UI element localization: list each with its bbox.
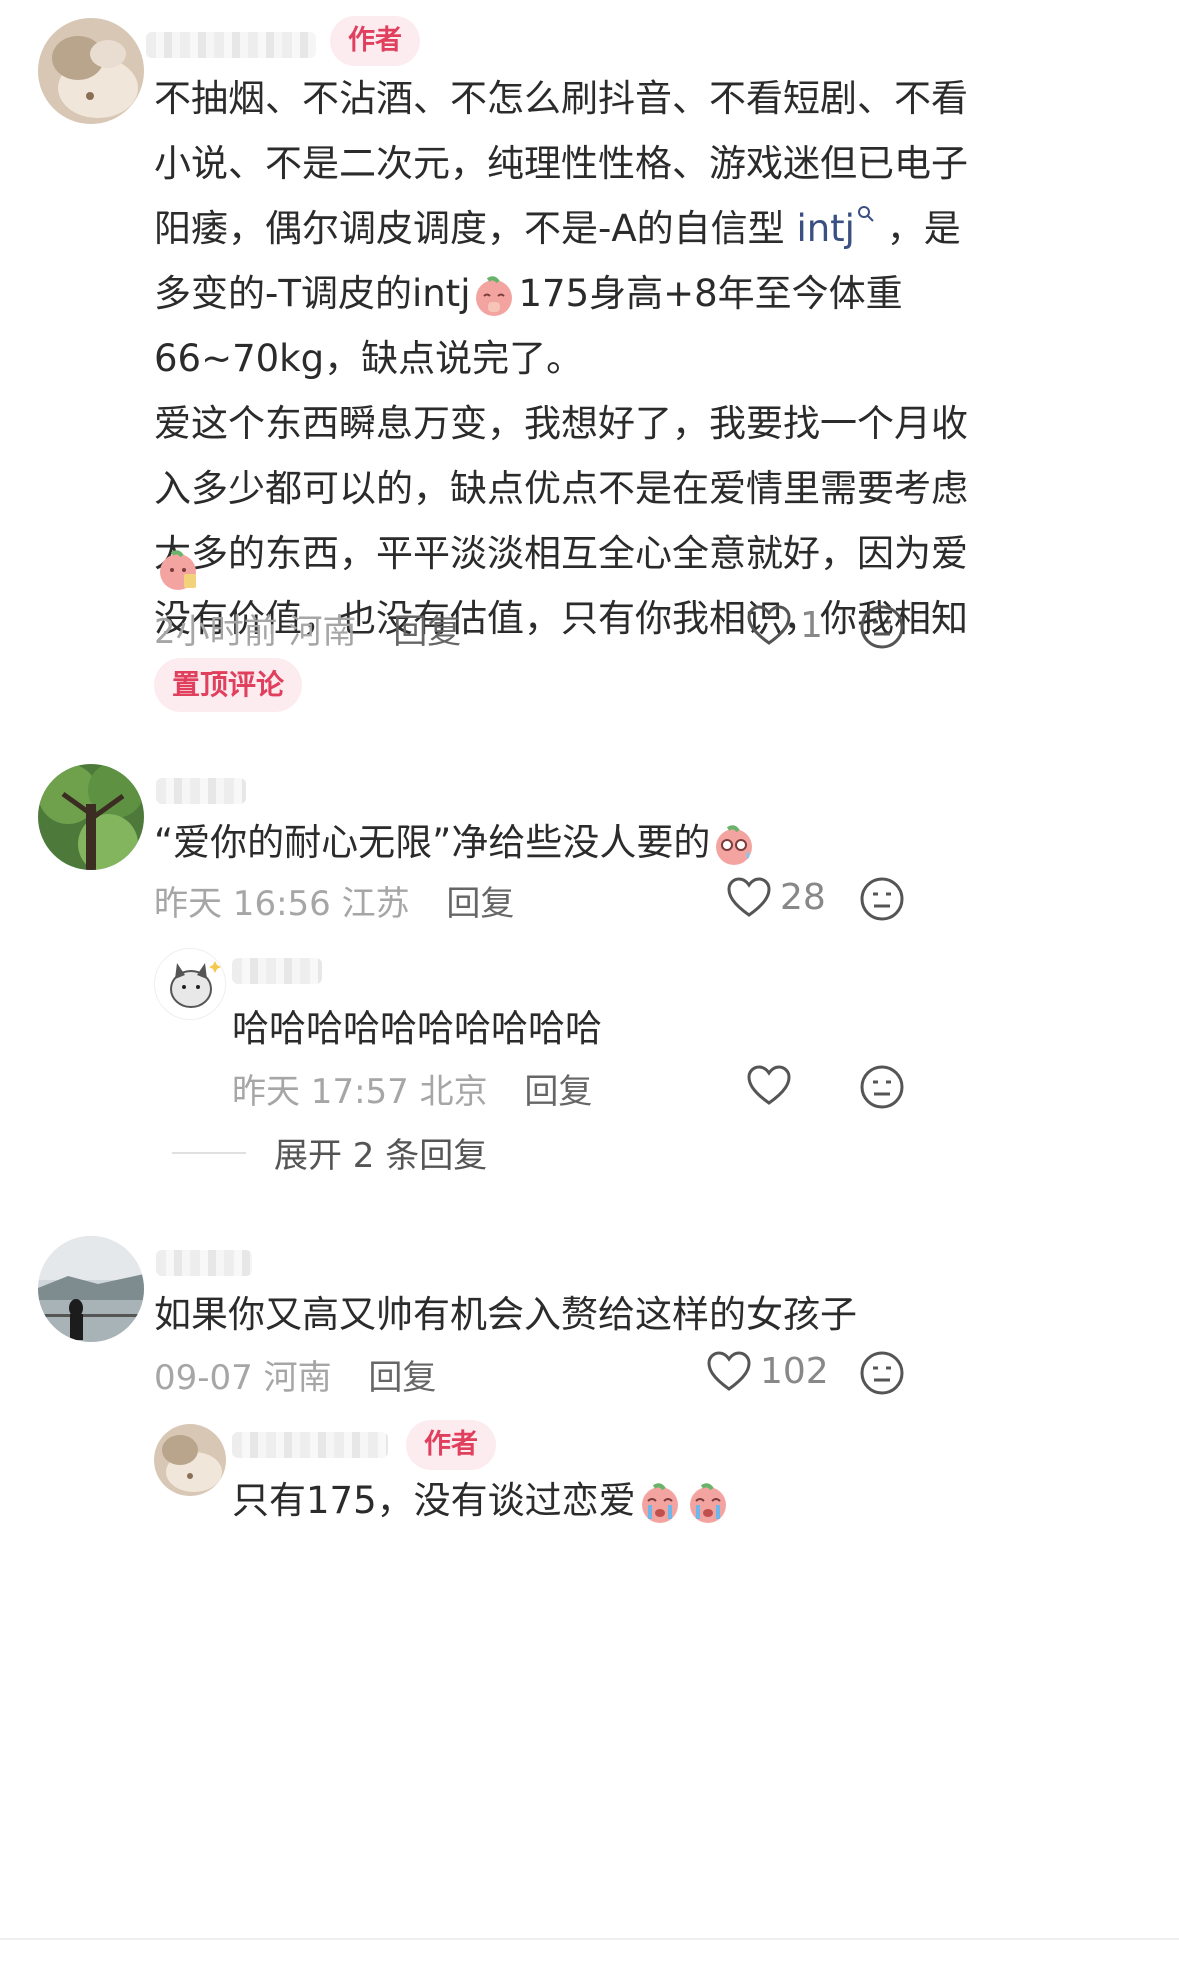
comment-line: 小说、不是二次元，纯理性性格、游戏迷但已电子 [154, 142, 968, 185]
reply-button[interactable]: 回复 [368, 1358, 436, 1398]
comment-location: 江苏 [341, 884, 410, 924]
comment-location: 河南 [288, 612, 357, 652]
comment-line: 不抽烟、不沾酒、不怎么刷抖音、不看短剧、不看 [154, 77, 968, 120]
reply-body: 哈哈哈哈哈哈哈哈哈哈 [232, 996, 602, 1061]
username-blurred[interactable] [146, 32, 316, 58]
neutral-face-icon[interactable] [859, 876, 905, 922]
peach-crying-emoji-icon [641, 1482, 678, 1523]
user-avatar[interactable] [38, 1236, 144, 1342]
reply-body: 只有175，没有谈过恋爱 [232, 1468, 732, 1533]
reply-button[interactable]: 回复 [393, 612, 461, 652]
peach-sweat-emoji-icon [716, 824, 753, 865]
comment-text: “爱你的耐心无限”净给些没人要的 [154, 821, 711, 864]
like-count: 1 [800, 604, 823, 646]
peach-milk-tea-emoji-icon [160, 550, 196, 590]
like-button[interactable]: 28 [726, 876, 826, 918]
author-avatar[interactable] [38, 18, 144, 124]
comment-meta: 昨天 17:57 北京 回复 [232, 1064, 592, 1113]
heart-outline-icon [747, 1065, 791, 1105]
neutral-face-icon[interactable] [859, 1350, 905, 1396]
comment-line: 入多少都可以的，缺点优点不是在爱情里需要考虑 [154, 467, 968, 510]
comment-text: 如果你又高又帅有机会入赘给这样的女孩子 [154, 1293, 857, 1336]
comment-meta: 09-07 河南 回复 [154, 1350, 436, 1399]
bottom-divider [0, 1938, 1179, 1940]
heart-outline-icon [727, 877, 771, 917]
pinned-comment-badge: 置顶评论 [154, 658, 303, 712]
username-blurred[interactable] [232, 958, 322, 984]
comment-text: 哈哈哈哈哈哈哈哈哈哈 [232, 1007, 602, 1050]
neutral-face-icon[interactable] [859, 604, 905, 650]
expand-replies-label: 展开 2 条回复 [274, 1136, 488, 1176]
comment-time: 2小时前 [154, 612, 278, 652]
search-icon[interactable] [857, 205, 875, 223]
neutral-face-icon[interactable] [859, 1064, 905, 1110]
comment-line-text: ，是 [874, 207, 961, 250]
comment-line-text: 阳痿，偶尔调皮调度，不是-A的自信型 [154, 207, 797, 250]
comment-meta: 昨天 16:56 江苏 回复 [154, 876, 514, 925]
comment-line: “爱你的耐心无限”净给些没人要的 [154, 810, 758, 875]
comment-line-text: 175身高+8年至今体重 [518, 272, 903, 315]
comment-line: 阳痿，偶尔调皮调度，不是-A的自信型 intj ，是 [154, 196, 968, 261]
comment-line: 只有175，没有谈过恋爱 [232, 1468, 732, 1533]
peach-praying-emoji-icon [476, 275, 513, 316]
user-avatar[interactable] [154, 948, 226, 1020]
username-blurred[interactable] [232, 1432, 388, 1458]
like-count: 28 [780, 876, 826, 918]
like-button[interactable] [746, 1064, 800, 1106]
comment-body: “爱你的耐心无限”净给些没人要的 [154, 810, 758, 875]
comment-line: 爱这个东西瞬息万变，我想好了，我要找一个月收 [154, 402, 968, 445]
expand-replies-button[interactable]: 展开 2 条回复 [172, 1128, 487, 1177]
like-button[interactable]: 1 [746, 604, 823, 646]
author-badge: 作者 [406, 1420, 496, 1470]
like-count: 102 [760, 1350, 829, 1392]
user-avatar[interactable] [38, 764, 144, 870]
heart-outline-icon [707, 1351, 751, 1391]
like-button[interactable]: 102 [706, 1350, 829, 1392]
comment-line: 多变的-T调皮的intj 175身高+8年至今体重 [154, 261, 968, 326]
comment-meta: 2小时前 河南 回复 [154, 604, 461, 653]
comment-line: 66~70kg，缺点说完了。 [154, 337, 584, 380]
comment-body: 如果你又高又帅有机会入赘给这样的女孩子 [154, 1282, 857, 1347]
reply-button[interactable]: 回复 [446, 884, 514, 924]
comment-body: 不抽烟、不沾酒、不怎么刷抖音、不看短剧、不看 小说、不是二次元，纯理性性格、游戏… [154, 66, 968, 651]
comment-time: 09-07 [154, 1358, 253, 1398]
reply-button[interactable]: 回复 [524, 1072, 592, 1112]
comment-text: 只有175，没有谈过恋爱 [232, 1479, 636, 1522]
username-blurred[interactable] [156, 1250, 252, 1276]
comment-location: 北京 [419, 1072, 488, 1112]
comment-time: 昨天 16:56 [154, 884, 331, 924]
intj-search-link[interactable]: intj [796, 207, 855, 250]
username-blurred[interactable] [156, 778, 246, 804]
peach-crying-emoji-icon [689, 1482, 726, 1523]
comment-line: 太多的东西，平平淡淡相互全心全意就好，因为爱 [154, 532, 968, 575]
divider-line [172, 1151, 246, 1154]
author-badge: 作者 [330, 16, 420, 66]
comment-time: 昨天 17:57 [232, 1072, 409, 1112]
author-avatar[interactable] [154, 1424, 226, 1496]
comment-line-text: 多变的-T调皮的intj [154, 272, 471, 315]
heart-outline-icon [747, 605, 791, 645]
comment-location: 河南 [263, 1358, 332, 1398]
